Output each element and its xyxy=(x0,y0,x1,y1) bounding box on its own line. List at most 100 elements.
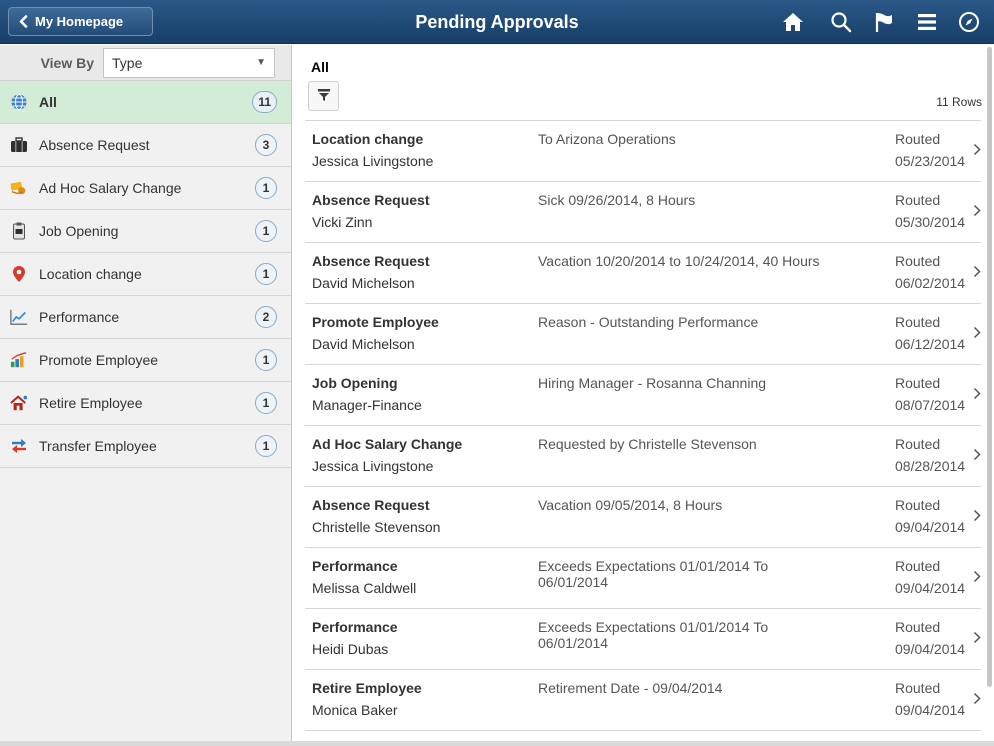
location-pin-icon xyxy=(10,265,28,283)
chevron-right-icon xyxy=(973,570,981,586)
sidebar-item-job-opening[interactable]: Job Opening 1 xyxy=(0,210,291,253)
sidebar-item-promote-employee[interactable]: Promote Employee 1 xyxy=(0,339,291,382)
sidebar-item-label: Absence Request xyxy=(39,137,150,153)
bar-chart-icon xyxy=(10,351,28,369)
compass-icon[interactable] xyxy=(955,8,983,36)
approval-status: Routed xyxy=(895,192,941,208)
count-badge: 3 xyxy=(255,134,277,156)
badge-icon xyxy=(10,222,28,240)
approval-date: 09/04/2014 xyxy=(895,702,966,718)
approval-person: David Michelson xyxy=(312,336,415,352)
category-sidebar: View By Type ▼ All 11 Absence Request 3 … xyxy=(0,45,292,741)
approval-date: 08/28/2014 xyxy=(895,458,966,474)
approval-description: Retirement Date - 09/04/2014 xyxy=(538,680,723,696)
approval-type: Job Opening xyxy=(312,375,398,391)
chevron-right-icon xyxy=(973,509,981,525)
chevron-right-icon xyxy=(973,326,981,342)
approval-type: Absence Request xyxy=(312,497,430,513)
approvals-list: Location change Jessica Livingstone To A… xyxy=(305,120,981,731)
app-header: My Homepage Pending Approvals xyxy=(0,0,994,44)
approval-row[interactable]: Absence Request Christelle Stevenson Vac… xyxy=(305,487,981,548)
sidebar-item-location-change[interactable]: Location change 1 xyxy=(0,253,291,296)
approval-type: Ad Hoc Salary Change xyxy=(312,436,463,452)
approval-date: 09/04/2014 xyxy=(895,641,966,657)
count-badge: 1 xyxy=(255,263,277,285)
approval-type: Performance xyxy=(312,558,398,574)
briefcase-icon xyxy=(10,136,28,154)
approval-status: Routed xyxy=(895,375,941,391)
home-icon[interactable] xyxy=(779,8,807,36)
approval-person: David Michelson xyxy=(312,275,415,291)
view-by-label: View By xyxy=(40,54,94,71)
approval-row[interactable]: Absence Request David Michelson Vacation… xyxy=(305,243,981,304)
approval-description: Vacation 09/05/2014, 8 Hours xyxy=(538,497,723,513)
approval-description: Hiring Manager - Rosanna Channing xyxy=(538,375,767,391)
sidebar-item-retire-employee[interactable]: Retire Employee 1 xyxy=(0,382,291,425)
approval-description: Vacation 10/20/2014 to 10/24/2014, 40 Ho… xyxy=(538,253,820,269)
my-homepage-button[interactable]: My Homepage xyxy=(8,7,153,36)
approval-person: Vicki Zinn xyxy=(312,214,373,230)
count-badge: 2 xyxy=(255,306,277,328)
chevron-right-icon xyxy=(973,692,981,708)
money-icon xyxy=(10,179,28,197)
approval-date: 05/30/2014 xyxy=(895,214,966,230)
search-icon[interactable] xyxy=(827,8,855,36)
sidebar-item-label: Location change xyxy=(39,266,142,282)
approval-type: Promote Employee xyxy=(312,314,439,330)
filter-button[interactable] xyxy=(308,81,339,111)
chevron-right-icon xyxy=(973,448,981,464)
approval-description: Reason - Outstanding Performance xyxy=(538,314,759,330)
chevron-right-icon xyxy=(973,631,981,647)
sidebar-item-label: Promote Employee xyxy=(39,352,159,368)
approval-row[interactable]: Job Opening Manager-Finance Hiring Manag… xyxy=(305,365,981,426)
view-by-select[interactable]: Type ▼ xyxy=(103,47,275,78)
approval-row[interactable]: Performance Heidi Dubas Exceeds Expectat… xyxy=(305,609,981,670)
sidebar-item-transfer-employee[interactable]: Transfer Employee 1 xyxy=(0,425,291,468)
approval-type: Absence Request xyxy=(312,253,430,269)
approval-status: Routed xyxy=(895,253,941,269)
count-badge: 1 xyxy=(255,349,277,371)
view-by-bar: View By Type ▼ xyxy=(0,45,291,81)
approval-row[interactable]: Performance Melissa Caldwell Exceeds Exp… xyxy=(305,548,981,609)
vertical-scrollbar[interactable] xyxy=(987,47,992,687)
rows-count: 11 Rows xyxy=(936,95,982,109)
flag-icon[interactable] xyxy=(870,8,898,36)
approval-row[interactable]: Ad Hoc Salary Change Jessica Livingstone… xyxy=(305,426,981,487)
sidebar-item-label: Transfer Employee xyxy=(39,438,157,454)
approvals-list-panel: All 11 Rows Location change Jessica Livi… xyxy=(293,45,994,741)
sidebar-item-label: Job Opening xyxy=(39,223,119,239)
approval-date: 09/04/2014 xyxy=(895,519,966,535)
approval-person: Heidi Dubas xyxy=(312,641,389,657)
line-chart-icon xyxy=(10,308,28,326)
approval-status: Routed xyxy=(895,558,941,574)
approval-type: Performance xyxy=(312,619,398,635)
chevron-right-icon xyxy=(973,143,981,159)
approval-status: Routed xyxy=(895,314,941,330)
approval-description: Requested by Christelle Stevenson xyxy=(538,436,757,452)
sidebar-item-absence-request[interactable]: Absence Request 3 xyxy=(0,124,291,167)
sidebar-item-label: Retire Employee xyxy=(39,395,143,411)
approval-person: Jessica Livingstone xyxy=(312,458,434,474)
approval-person: Manager-Finance xyxy=(312,397,422,413)
bottom-divider xyxy=(0,741,994,746)
approval-status: Routed xyxy=(895,680,941,696)
approval-date: 06/02/2014 xyxy=(895,275,966,291)
dropdown-arrow-icon: ▼ xyxy=(256,57,266,68)
approval-type: Location change xyxy=(312,131,424,147)
count-badge: 1 xyxy=(255,392,277,414)
approval-status: Routed xyxy=(895,497,941,513)
filter-icon xyxy=(317,88,331,105)
sidebar-item-label: Ad Hoc Salary Change xyxy=(39,180,182,196)
sidebar-item-performance[interactable]: Performance 2 xyxy=(0,296,291,339)
count-badge: 11 xyxy=(252,91,277,113)
approval-date: 09/04/2014 xyxy=(895,580,966,596)
sidebar-item-ad-hoc-salary-change[interactable]: Ad Hoc Salary Change 1 xyxy=(0,167,291,210)
list-title: All xyxy=(311,59,329,75)
approval-row[interactable]: Retire Employee Monica Baker Retirement … xyxy=(305,670,981,731)
my-homepage-label: My Homepage xyxy=(35,14,124,29)
sidebar-item-all[interactable]: All 11 xyxy=(0,81,291,124)
approval-row[interactable]: Absence Request Vicki Zinn Sick 09/26/20… xyxy=(305,182,981,243)
approval-row[interactable]: Promote Employee David Michelson Reason … xyxy=(305,304,981,365)
approval-row[interactable]: Location change Jessica Livingstone To A… xyxy=(305,121,981,182)
menu-icon[interactable] xyxy=(913,8,941,36)
